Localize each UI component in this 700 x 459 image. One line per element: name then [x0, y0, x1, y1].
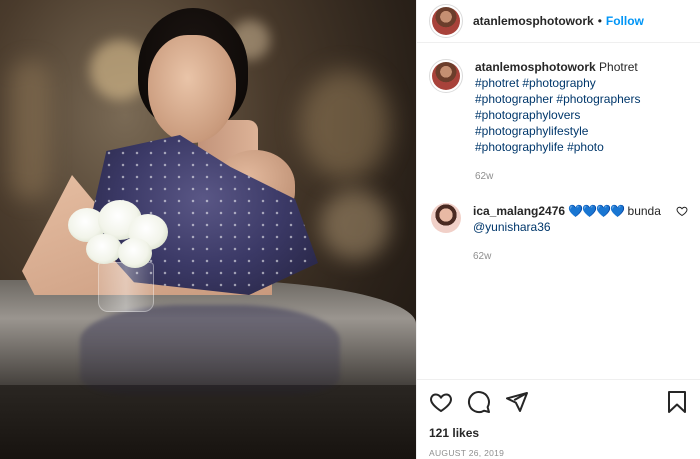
bokeh-light	[10, 60, 50, 200]
hashtag-line[interactable]: #photographylife #photo	[475, 139, 688, 155]
bookmark-icon[interactable]	[666, 390, 688, 414]
separator-dot: •	[597, 14, 602, 28]
comment-like-icon[interactable]	[676, 205, 688, 265]
instagram-post: atanlemosphotowork • Follow atanlemospho…	[0, 0, 700, 459]
comment-text: bunda	[627, 204, 661, 218]
post-header: atanlemosphotowork • Follow	[417, 0, 700, 43]
header-username[interactable]: atanlemosphotowork	[473, 14, 594, 28]
comment-icon[interactable]	[467, 390, 491, 414]
hashtag-line[interactable]: #photret #photography	[475, 75, 688, 91]
hashtag-line[interactable]: #photographer #photographers	[475, 91, 688, 107]
like-count[interactable]: 121 likes	[429, 426, 688, 440]
avatar[interactable]	[429, 59, 463, 93]
hashtag-line[interactable]: #photographylifestyle	[475, 123, 688, 139]
caption-username[interactable]: atanlemosphotowork	[475, 60, 596, 74]
white-flowers	[68, 200, 178, 280]
post-actions: 121 likes AUGUST 26, 2019	[417, 379, 700, 459]
follow-button[interactable]: Follow	[606, 14, 644, 28]
avatar[interactable]	[429, 4, 463, 38]
comment-emoji: 💙💙💙💙	[568, 204, 625, 218]
bokeh-light	[300, 70, 390, 180]
model-face	[148, 35, 236, 143]
post-sidebar: atanlemosphotowork • Follow atanlemospho…	[416, 0, 700, 459]
share-icon[interactable]	[505, 390, 529, 414]
caption-text: Photret	[599, 60, 638, 74]
table-base	[0, 385, 416, 459]
table-reflection	[80, 305, 340, 395]
comment-username[interactable]: ica_malang2476	[473, 204, 565, 218]
hashtag-line[interactable]: #photographylovers	[475, 107, 688, 123]
caption: atanlemosphotowork Photret #photret #pho…	[429, 59, 688, 185]
post-photo[interactable]	[0, 0, 416, 459]
bokeh-light	[320, 190, 390, 260]
comments-section: atanlemosphotowork Photret #photret #pho…	[417, 43, 700, 379]
post-date[interactable]: AUGUST 26, 2019	[429, 448, 688, 458]
heart-icon[interactable]	[429, 390, 453, 414]
comment-timestamp[interactable]: 62w	[473, 249, 670, 265]
avatar[interactable]	[431, 203, 461, 233]
comment-mention[interactable]: @yunishara36	[473, 219, 670, 235]
caption-timestamp[interactable]: 62w	[475, 169, 688, 185]
comment: ica_malang2476 💙💙💙💙 bunda @yunishara36 6…	[429, 203, 688, 265]
